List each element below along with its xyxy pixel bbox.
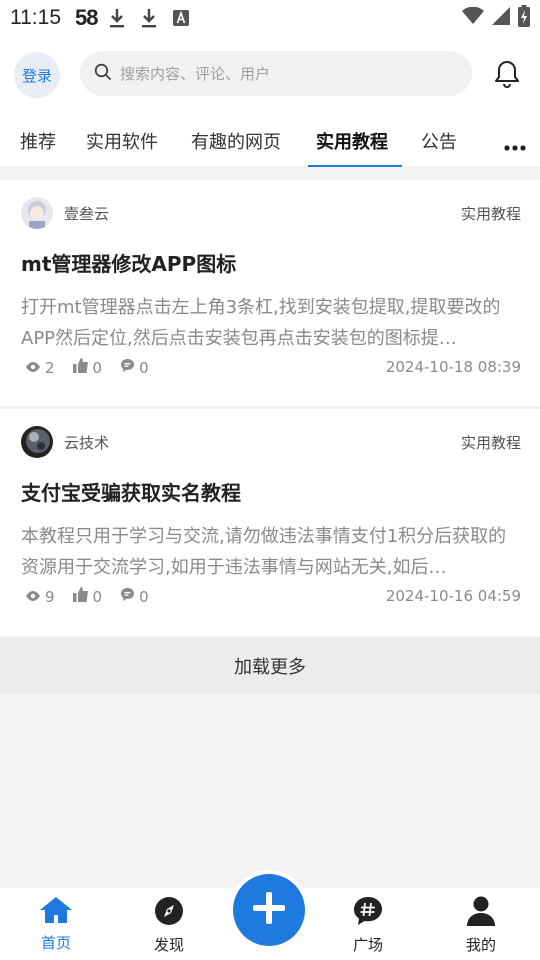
status-network: 58 [75,5,99,30]
nav-home[interactable]: 首页 [26,896,86,953]
search-placeholder: 搜索内容、评论、用户 [120,65,271,83]
nav-square-label: 广场 [352,936,383,954]
wifi-icon [462,6,484,30]
battery-charging-icon [518,4,530,32]
views-stat: 2 [21,359,55,377]
comment-icon [120,358,135,377]
active-tab-indicator [308,165,402,167]
likes-stat[interactable]: 0 [69,587,103,606]
hashtag-chat-icon [353,896,383,930]
thumbs-up-icon [72,587,89,606]
login-button[interactable]: 登录 [14,52,60,98]
post-stats: 2 0 0 [21,358,163,377]
comments-stat[interactable]: 0 [116,358,149,377]
more-icon[interactable] [504,136,526,155]
comments-count: 0 [139,358,149,377]
views-stat: 9 [21,588,55,606]
download-icon [109,8,125,28]
nav-home-label: 首页 [40,934,71,952]
user-icon [467,896,495,930]
post-card[interactable]: 云技术 实用教程 支付宝受骗获取实名教程 本教程只用于学习与交流,请勿做违法事情… [0,409,540,636]
eye-icon [25,359,41,377]
tab-recommend[interactable]: 推荐 [20,128,56,154]
post-category[interactable]: 实用教程 [461,432,521,453]
nav-profile[interactable]: 我的 [451,896,511,955]
comments-count: 0 [139,587,149,606]
post-title[interactable]: mt管理器修改APP图标 [21,248,236,277]
create-post-button[interactable] [233,874,305,946]
comment-icon [120,587,135,606]
signal-icon [492,6,510,30]
plus-icon [251,890,287,930]
home-icon [39,896,73,928]
search-input[interactable]: 搜索内容、评论、用户 [80,51,472,96]
load-more-button[interactable]: 加载更多 [0,637,540,694]
nav-profile-label: 我的 [465,936,496,954]
post-stats: 9 0 0 [21,587,163,606]
likes-count: 0 [92,587,103,606]
likes-count: 0 [92,358,103,377]
tab-announcements[interactable]: 公告 [421,128,457,154]
post-excerpt: 打开mt管理器点击左上角3条杠,找到安装包提取,提取要改的APP然后定位,然后点… [21,297,501,349]
avatar[interactable] [21,426,53,458]
eye-icon [25,588,41,606]
post-excerpt: 本教程只用于学习与交流,请勿做违法事情支付1积分后获取的资源用于交流学习,如用于… [21,526,507,578]
post-card[interactable]: 壹叁云 实用教程 mt管理器修改APP图标 打开mt管理器点击左上角3条杠,找到… [0,180,540,407]
tab-fun-web[interactable]: 有趣的网页 [191,128,281,154]
post-date: 2024-10-16 04:59 [385,587,521,605]
status-time: 11:15 [10,6,61,29]
tab-tutorials[interactable]: 实用教程 [316,128,388,154]
search-icon [94,63,112,85]
post-date: 2024-10-18 08:39 [385,358,521,376]
post-divider [0,406,540,408]
tab-software[interactable]: 实用软件 [86,128,158,154]
nav-discover[interactable]: 发现 [139,896,199,955]
views-count: 2 [45,358,55,377]
comments-stat[interactable]: 0 [116,587,149,606]
nav-discover-label: 发现 [153,936,184,954]
a-box-icon [173,10,190,26]
post-title[interactable]: 支付宝受骗获取实名教程 [21,477,241,506]
app-header: 登录 搜索内容、评论、用户 推荐 实用软件 有趣的网页 实用教程 公告 [0,36,540,167]
category-tabs: 推荐 实用软件 有趣的网页 实用教程 公告 [0,122,540,167]
compass-icon [154,896,184,930]
thumbs-up-icon [72,358,89,377]
post-author[interactable]: 壹叁云 [64,203,109,224]
post-category[interactable]: 实用教程 [461,203,521,224]
views-count: 9 [45,587,55,606]
likes-stat[interactable]: 0 [69,358,103,377]
nav-square[interactable]: 广场 [338,896,398,955]
avatar[interactable] [21,197,53,229]
download-icon [141,8,157,28]
status-bar: 11:15 58 [0,0,540,36]
post-author[interactable]: 云技术 [64,432,109,453]
bell-icon[interactable] [494,60,520,92]
